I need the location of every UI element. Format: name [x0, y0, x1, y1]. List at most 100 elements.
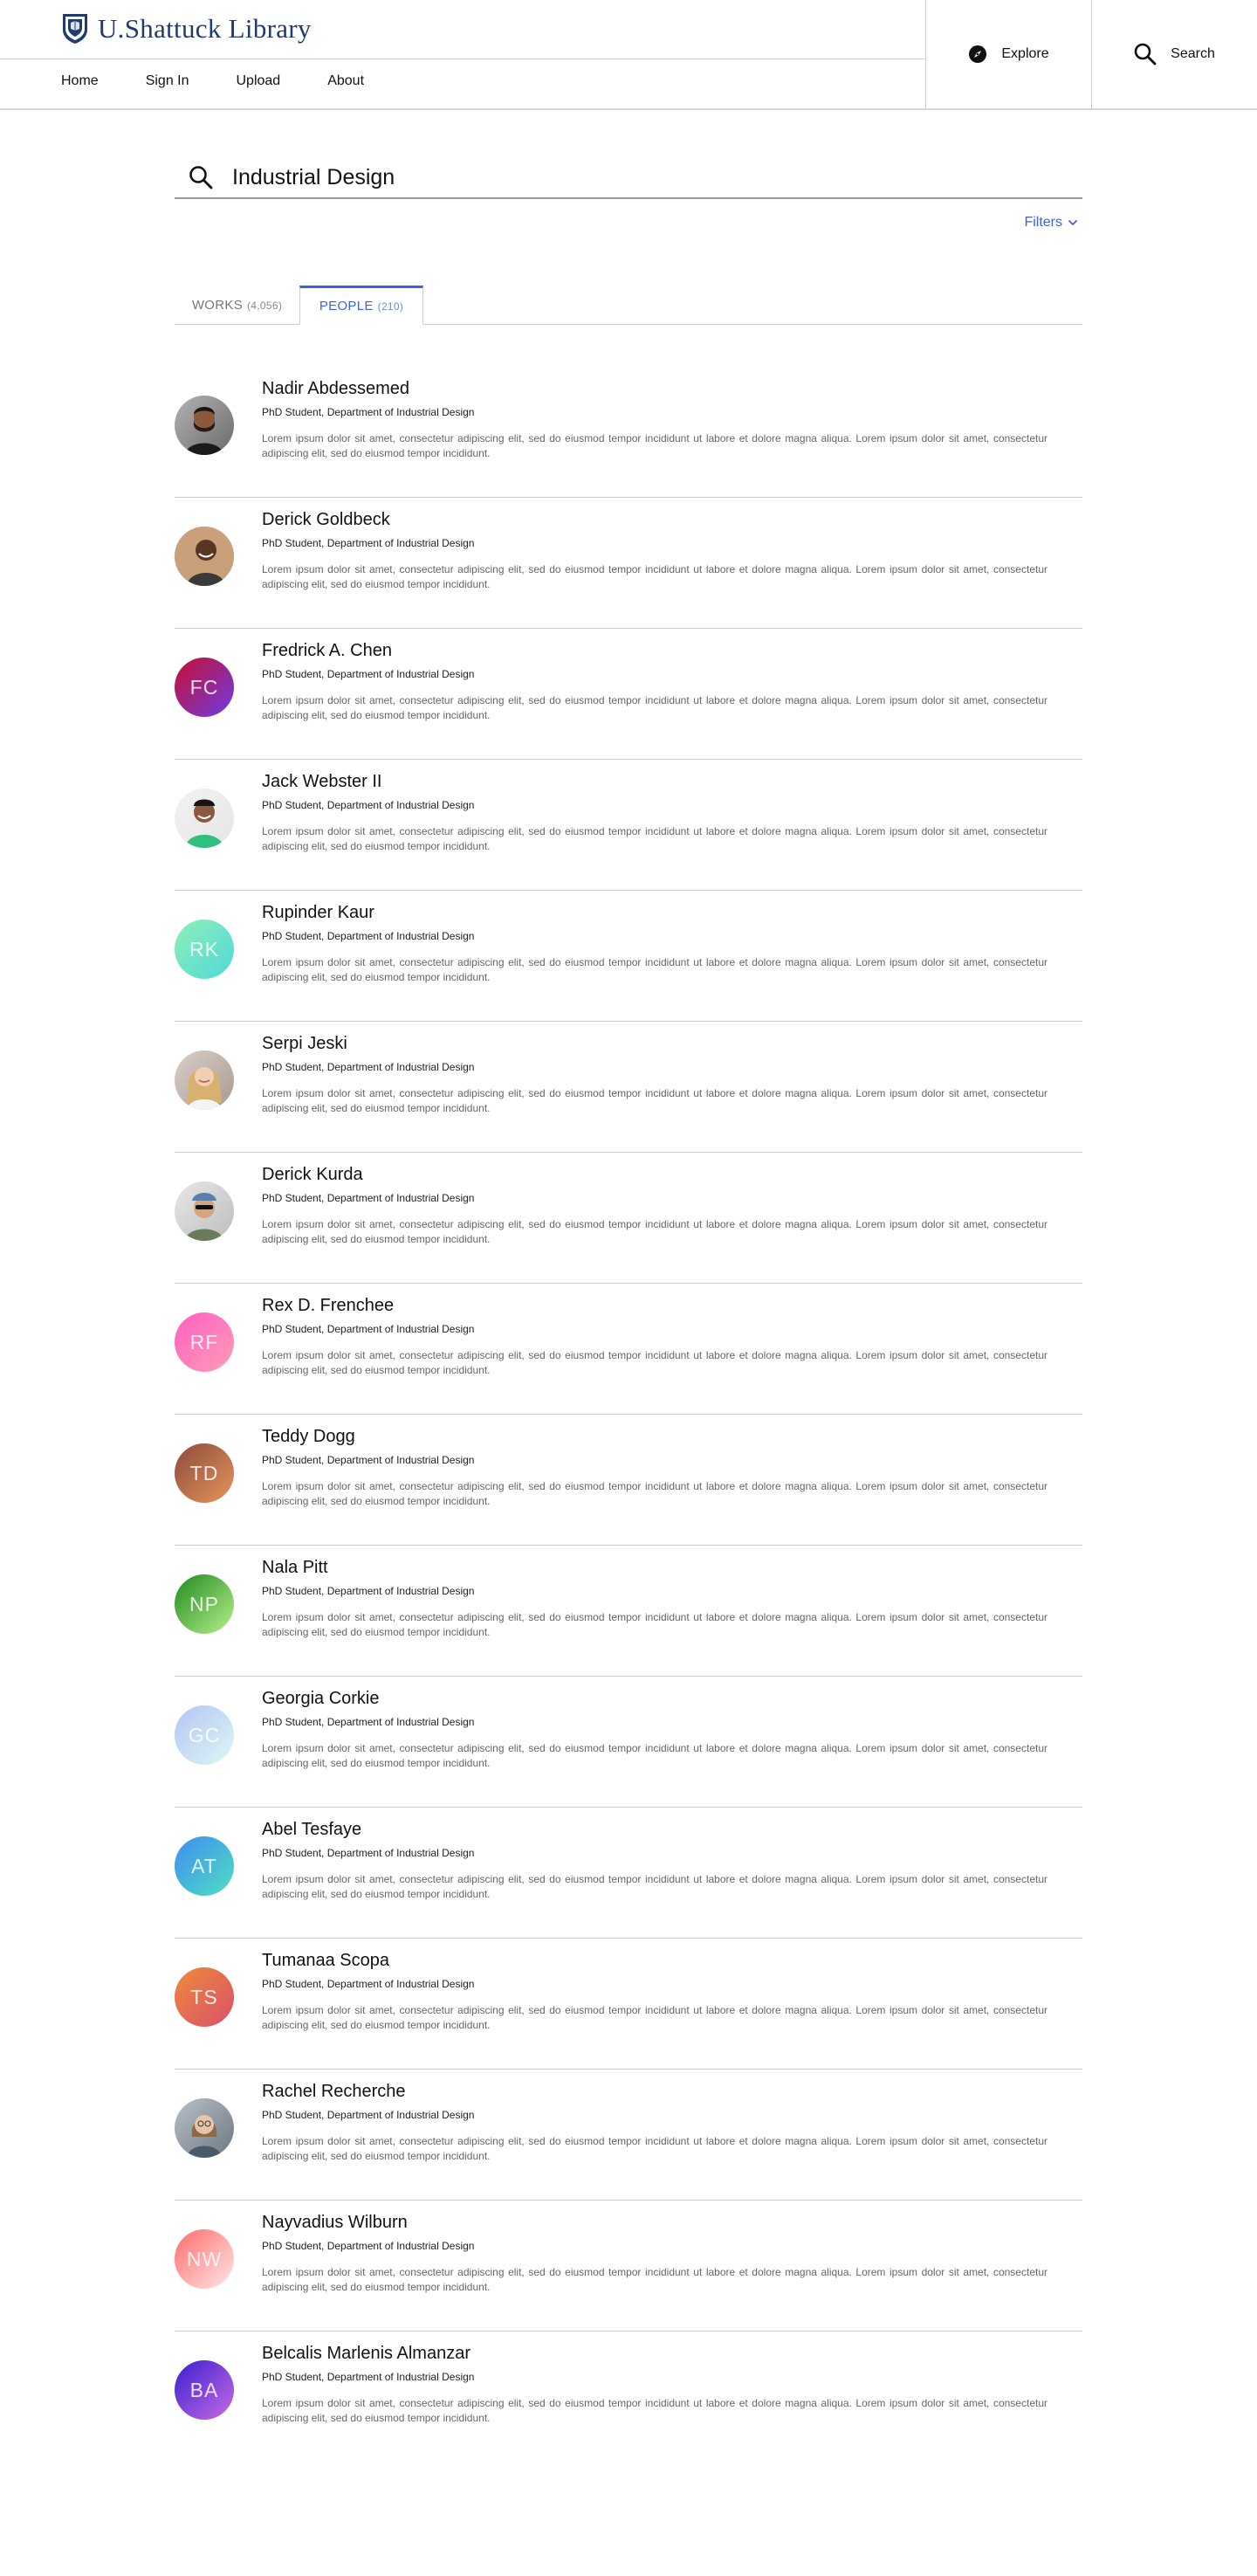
profile-photo	[185, 799, 223, 848]
avatar[interactable]: RK	[175, 920, 234, 979]
filters-dropdown[interactable]: Filters	[1024, 215, 1078, 231]
person-description: Lorem ipsum dolor sit amet, consectetur …	[262, 1349, 1048, 1376]
person-name[interactable]: Nayvadius Wilburn	[262, 2213, 408, 2233]
avatar[interactable]: AT	[175, 1836, 234, 1896]
person-row[interactable]: RK Rupinder Kaur PhD Student, Department o…	[175, 891, 1082, 1022]
person-description: Lorem ipsum dolor sit amet, consectetur …	[262, 2004, 1048, 2031]
person-role: PhD Student, Department of Industrial De…	[262, 930, 475, 942]
person-name[interactable]: Rupinder Kaur	[262, 903, 374, 923]
avatar[interactable]: RF	[175, 1312, 234, 1372]
tab-people-count: (210)	[377, 300, 404, 313]
person-role: PhD Student, Department of Industrial De…	[262, 1585, 475, 1597]
person-row[interactable]: TS Tumanaa Scopa PhD Student, Department o…	[175, 1939, 1082, 2070]
search-label: Search	[1171, 46, 1215, 61]
search-input[interactable]	[232, 164, 1018, 190]
person-role: PhD Student, Department of Industrial De…	[262, 2109, 475, 2121]
person-description: Lorem ipsum dolor sit amet, consectetur …	[262, 1611, 1048, 1638]
person-row[interactable]: Derick Goldbeck PhD Student, Department o…	[175, 498, 1082, 629]
avatar[interactable]: TD	[175, 1443, 234, 1503]
person-role: PhD Student, Department of Industrial De…	[262, 1978, 475, 1990]
person-role: PhD Student, Department of Industrial De…	[262, 1847, 475, 1859]
search-icon	[189, 166, 213, 189]
university-seal-icon	[63, 14, 87, 44]
nav-sign-in-link[interactable]: Sign In	[146, 73, 189, 89]
person-name[interactable]: Derick Goldbeck	[262, 510, 390, 530]
avatar[interactable]: GC	[175, 1705, 234, 1765]
person-role: PhD Student, Department of Industrial De…	[262, 537, 475, 549]
person-name[interactable]: Nala Pitt	[262, 1558, 328, 1578]
filters-label: Filters	[1024, 215, 1062, 230]
person-row[interactable]: Rachel Recherche PhD Student, Department …	[175, 2070, 1082, 2201]
avatar-initials: TD	[189, 1461, 219, 1484]
person-row[interactable]: FC Fredrick A. Chen PhD Student, Departmen…	[175, 629, 1082, 760]
person-name[interactable]: Abel Tesfaye	[262, 1820, 361, 1840]
person-name[interactable]: Tumanaa Scopa	[262, 1951, 389, 1971]
nav-upload-link[interactable]: Upload	[237, 73, 281, 89]
person-description: Lorem ipsum dolor sit amet, consectetur …	[262, 694, 1048, 721]
person-role: PhD Student, Department of Industrial De…	[262, 1192, 475, 1204]
person-row[interactable]: Derick Kurda PhD Student, Department of I…	[175, 1153, 1082, 1284]
person-description: Lorem ipsum dolor sit amet, consectetur …	[262, 563, 1048, 590]
avatar-initials: FC	[189, 675, 219, 699]
brand-row: U.Shattuck Library	[0, 0, 925, 59]
person-role: PhD Student, Department of Industrial De…	[262, 1454, 475, 1466]
avatar[interactable]: TS	[175, 1967, 234, 2027]
person-name[interactable]: Georgia Corkie	[262, 1689, 380, 1709]
person-name[interactable]: Fredrick A. Chen	[262, 641, 392, 661]
profile-photo	[185, 407, 223, 455]
person-row[interactable]: NW Nayvadius Wilburn PhD Student, Departme…	[175, 2201, 1082, 2331]
avatar[interactable]	[175, 1181, 234, 1241]
nav-home-link[interactable]: Home	[61, 73, 99, 89]
site-header: U.Shattuck Library Home Sign In Upload A…	[0, 0, 1257, 110]
person-row[interactable]: Serpi Jeski PhD Student, Department of In…	[175, 1022, 1082, 1153]
person-row[interactable]: Jack Webster II PhD Student, Department o…	[175, 760, 1082, 891]
avatar[interactable]	[175, 2098, 234, 2158]
avatar[interactable]: BA	[175, 2360, 234, 2420]
avatar[interactable]: NP	[175, 1574, 234, 1634]
tab-works[interactable]: WORKS (4,056)	[175, 286, 299, 325]
tab-people[interactable]: PEOPLE (210)	[299, 286, 423, 325]
person-name[interactable]: Nadir Abdessemed	[262, 379, 409, 399]
person-row[interactable]: GC Georgia Corkie PhD Student, Department …	[175, 1677, 1082, 1808]
person-description: Lorem ipsum dolor sit amet, consectetur …	[262, 432, 1048, 459]
person-description: Lorem ipsum dolor sit amet, consectetur …	[262, 1218, 1048, 1245]
library-logo[interactable]: U.Shattuck Library	[61, 12, 312, 45]
avatar[interactable]: NW	[175, 2229, 234, 2289]
person-role: PhD Student, Department of Industrial De…	[262, 406, 475, 418]
avatar-initials: NP	[189, 1592, 219, 1615]
person-row[interactable]: Nadir Abdessemed PhD Student, Department …	[175, 367, 1082, 498]
person-role: PhD Student, Department of Industrial De…	[262, 1061, 475, 1073]
avatar[interactable]	[175, 527, 234, 586]
person-row[interactable]: NP Nala Pitt PhD Student, Department of In…	[175, 1546, 1082, 1677]
person-description: Lorem ipsum dolor sit amet, consectetur …	[262, 2397, 1048, 2424]
person-row[interactable]: RF Rex D. Frenchee PhD Student, Department…	[175, 1284, 1082, 1415]
person-description: Lorem ipsum dolor sit amet, consectetur …	[262, 2135, 1048, 2162]
person-role: PhD Student, Department of Industrial De…	[262, 1323, 475, 1335]
person-name[interactable]: Derick Kurda	[262, 1165, 363, 1185]
avatar[interactable]	[175, 396, 234, 455]
person-row[interactable]: TD Teddy Dogg PhD Student, Department of I…	[175, 1415, 1082, 1546]
person-name[interactable]: Serpi Jeski	[262, 1034, 347, 1054]
avatar[interactable]	[175, 789, 234, 848]
person-name[interactable]: Rachel Recherche	[262, 2082, 406, 2102]
person-description: Lorem ipsum dolor sit amet, consectetur …	[262, 956, 1048, 983]
avatar-initials: AT	[191, 1854, 217, 1877]
result-tabs: WORKS (4,056) PEOPLE (210)	[175, 286, 1082, 325]
person-name[interactable]: Jack Webster II	[262, 772, 381, 792]
profile-photo	[187, 2115, 222, 2158]
person-name[interactable]: Belcalis Marlenis Almanzar	[262, 2344, 471, 2364]
avatar-initials: GC	[188, 1723, 221, 1746]
header-search-button[interactable]: Search	[1091, 0, 1257, 108]
person-row[interactable]: AT Abel Tesfaye PhD Student, Department of…	[175, 1808, 1082, 1939]
person-description: Lorem ipsum dolor sit amet, consectetur …	[262, 1087, 1048, 1114]
person-role: PhD Student, Department of Industrial De…	[262, 799, 475, 811]
person-name[interactable]: Teddy Dogg	[262, 1427, 355, 1447]
explore-button[interactable]: Explore	[925, 0, 1091, 108]
avatar[interactable]: FC	[175, 658, 234, 717]
nav-about-link[interactable]: About	[327, 73, 364, 89]
chevron-down-icon	[1068, 219, 1078, 226]
avatar[interactable]	[175, 1050, 234, 1110]
person-row[interactable]: BA Belcalis Marlenis Almanzar PhD Student,…	[175, 2331, 1082, 2462]
person-name[interactable]: Rex D. Frenchee	[262, 1296, 394, 1316]
tab-works-label: WORKS	[191, 298, 244, 313]
